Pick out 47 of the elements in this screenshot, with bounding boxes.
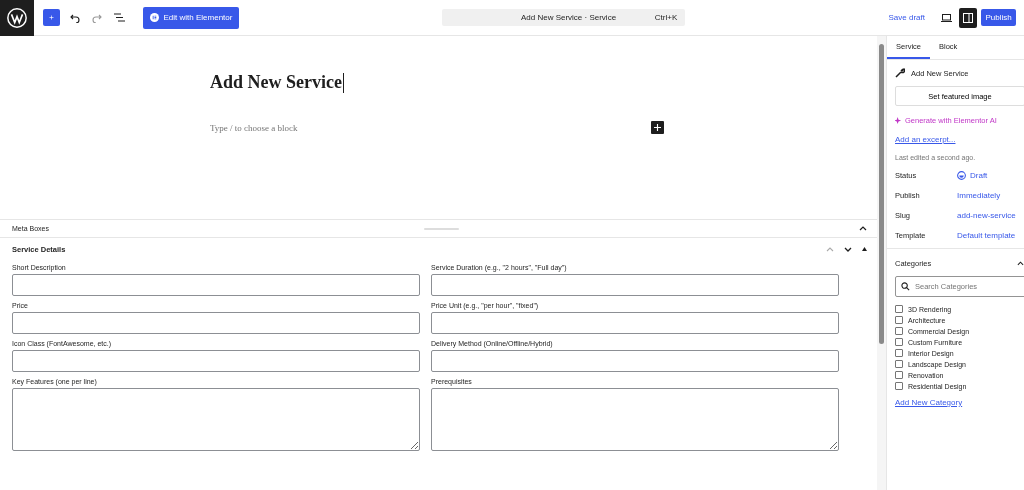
sparkle-icon bbox=[895, 117, 902, 124]
block-placeholder[interactable]: Type / to choose a block bbox=[210, 122, 651, 133]
resize-handle[interactable] bbox=[424, 228, 459, 230]
sidebar-toggle-icon[interactable] bbox=[959, 7, 977, 28]
checkbox[interactable] bbox=[895, 371, 903, 379]
plus-icon bbox=[49, 13, 54, 22]
input-field[interactable] bbox=[12, 274, 420, 296]
chevron-down-icon[interactable] bbox=[844, 246, 852, 252]
input-field[interactable] bbox=[12, 350, 420, 372]
save-draft-link[interactable]: Save draft bbox=[888, 13, 925, 22]
summary-value-link[interactable]: Default template bbox=[957, 231, 1024, 240]
input-field[interactable] bbox=[431, 350, 839, 372]
edit-with-elementor-button[interactable]: Edit with Elementor bbox=[143, 6, 239, 29]
checkbox[interactable] bbox=[895, 305, 903, 313]
summary-value-link[interactable]: Immediately bbox=[957, 191, 1024, 200]
checkbox[interactable] bbox=[895, 349, 903, 357]
add-excerpt-link[interactable]: Add an excerpt... bbox=[895, 135, 1024, 144]
draft-status-icon bbox=[957, 171, 966, 180]
textarea-field[interactable] bbox=[431, 388, 839, 451]
search-icon bbox=[901, 282, 910, 291]
text-cursor bbox=[343, 72, 344, 93]
checkbox[interactable] bbox=[895, 316, 903, 324]
block-inserter-button[interactable] bbox=[651, 121, 664, 134]
input-field[interactable] bbox=[431, 274, 839, 296]
wordpress-logo-icon bbox=[6, 6, 28, 29]
checkbox[interactable] bbox=[895, 382, 903, 390]
chevron-up-icon[interactable] bbox=[859, 226, 867, 231]
checkbox[interactable] bbox=[895, 327, 903, 335]
input-field[interactable] bbox=[12, 312, 420, 334]
wrench-icon bbox=[895, 68, 905, 78]
checkbox[interactable] bbox=[895, 360, 903, 368]
wordpress-logo[interactable] bbox=[0, 0, 34, 36]
publish-button[interactable]: Publish bbox=[981, 9, 1016, 26]
plus-icon bbox=[654, 124, 661, 131]
summary-value-link[interactable]: add-new-service bbox=[957, 211, 1024, 220]
post-title[interactable]: Add New Service bbox=[210, 72, 877, 93]
input-field[interactable] bbox=[431, 312, 839, 334]
checkbox[interactable] bbox=[895, 338, 903, 346]
chevron-up-icon[interactable] bbox=[1017, 261, 1024, 266]
scrollbar[interactable] bbox=[877, 36, 886, 490]
summary-value-link[interactable]: Draft bbox=[957, 171, 1024, 180]
elementor-logo-icon bbox=[149, 13, 159, 22]
add-new-category-link[interactable]: Add New Category bbox=[895, 398, 1024, 407]
command-bar[interactable]: Add New Service · Service Ctrl+K bbox=[442, 9, 686, 26]
add-block-button[interactable] bbox=[43, 9, 60, 26]
textarea-field[interactable] bbox=[12, 388, 420, 451]
collapse-triangle-icon[interactable] bbox=[862, 247, 867, 251]
